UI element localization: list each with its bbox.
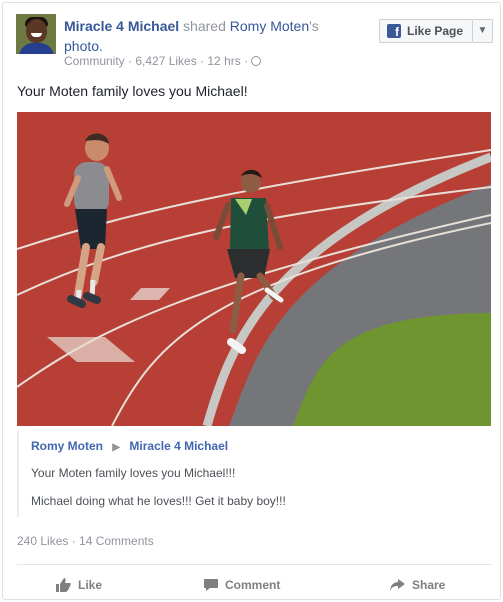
shared-photo[interactable] [17, 112, 491, 426]
shared-from-link[interactable]: Romy Moten [31, 439, 103, 453]
comment-button[interactable]: Comment [203, 576, 280, 594]
share-button[interactable]: Share [389, 576, 445, 594]
avatar-face-shape [26, 19, 47, 43]
possessive-text: 's [309, 18, 319, 34]
like-page-button[interactable]: f Like Page [379, 19, 473, 43]
speech-bubble-icon [204, 579, 218, 591]
shared-caption-line-1: Your Moten family loves you Michael!!! [31, 466, 236, 480]
running-track-photo [17, 112, 491, 426]
like-page-dropdown-button[interactable]: ▼ [473, 19, 493, 43]
comment-label: Comment [225, 578, 281, 592]
right-arrow-icon: ▶ [112, 442, 121, 453]
globe-icon [251, 56, 262, 66]
thumb-up-icon [56, 578, 71, 592]
chevron-down-icon: ▼ [477, 25, 488, 36]
post-title-line: Miracle 4 Michael shared Romy Moten's ph… [64, 16, 359, 56]
shared-to-link[interactable]: Miracle 4 Michael [129, 439, 228, 453]
shared-post-preview[interactable]: Romy Moten ▶ Miracle 4 Michael Your Mote… [17, 431, 491, 517]
author-name-link[interactable]: Miracle 4 Michael [64, 18, 179, 34]
shared-person-link[interactable]: Romy Moten [230, 18, 309, 34]
post-message: Your Moten family loves you Michael! [17, 83, 248, 99]
post-meta-text: Community · 6,427 Likes · 12 hrs · [64, 54, 249, 68]
post-meta: Community · 6,427 Likes · 12 hrs · [64, 54, 262, 68]
avatar-shirt-shape [19, 43, 54, 54]
shared-caption-line-2: Michael doing what he loves!!! Get it ba… [31, 494, 286, 508]
page-avatar[interactable] [16, 14, 56, 54]
photo-link[interactable]: photo. [64, 38, 103, 54]
shared-post-header: Romy Moten ▶ Miracle 4 Michael [31, 439, 228, 453]
share-arrow-icon [390, 578, 405, 592]
like-page-label: Like Page [407, 24, 464, 38]
shared-verb: shared [179, 18, 230, 34]
share-label: Share [412, 578, 446, 592]
post-header: Miracle 4 Michael shared Romy Moten's ph… [64, 16, 359, 56]
post-action-bar: Like Comment Share [17, 564, 491, 600]
like-label: Like [78, 578, 103, 592]
facebook-post-card: Miracle 4 Michael shared Romy Moten's ph… [2, 2, 501, 600]
post-stats[interactable]: 240 Likes · 14 Comments [17, 534, 154, 548]
facebook-icon: f [387, 24, 401, 38]
like-button[interactable]: Like [55, 576, 102, 594]
